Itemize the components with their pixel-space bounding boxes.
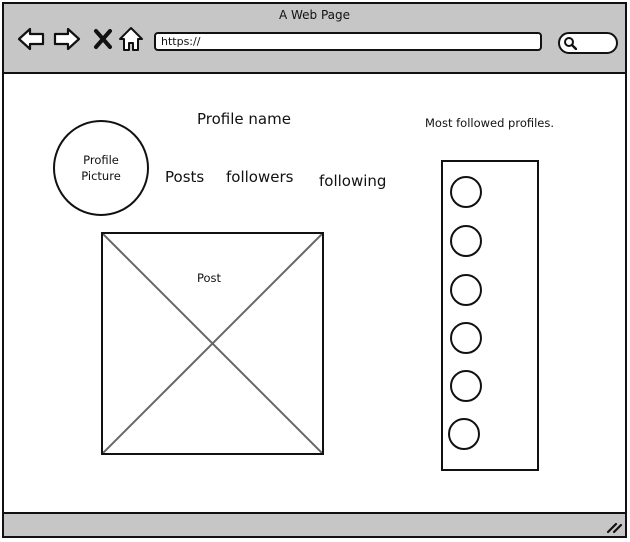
followed-profile-avatar[interactable]: [448, 418, 480, 450]
profile-picture-label-line2: Picture: [81, 169, 121, 183]
post-image-placeholder[interactable]: Post: [101, 232, 324, 455]
home-icon[interactable]: [116, 24, 146, 54]
post-label: Post: [197, 271, 222, 285]
image-placeholder-cross: [103, 234, 322, 453]
status-bar: [4, 512, 625, 536]
close-x-icon[interactable]: [88, 24, 118, 54]
profile-picture-label-line1: Profile: [83, 153, 119, 167]
followed-profile-avatar[interactable]: [450, 176, 482, 208]
most-followed-title: Most followed profiles.: [425, 116, 555, 130]
followed-profile-avatar[interactable]: [450, 322, 482, 354]
forward-arrow-icon[interactable]: [52, 24, 82, 54]
url-input[interactable]: https://: [154, 32, 542, 51]
search-icon: [564, 37, 577, 50]
followers-label[interactable]: followers: [226, 168, 293, 186]
followed-profile-avatar[interactable]: [450, 225, 482, 257]
window-title: A Web Page: [278, 8, 351, 22]
profile-name: Profile name: [197, 110, 291, 128]
search-input[interactable]: [558, 32, 618, 54]
browser-toolbar: A Web Page https://: [4, 4, 625, 74]
profile-picture[interactable]: Profile Picture: [53, 120, 149, 216]
browser-window: A Web Page https:// Profile Picture Prof…: [2, 2, 627, 538]
posts-count-label[interactable]: Posts: [165, 168, 204, 186]
following-label[interactable]: following: [319, 172, 386, 190]
followed-profile-avatar[interactable]: [450, 370, 482, 402]
followed-profile-avatar[interactable]: [450, 274, 482, 306]
most-followed-list: [441, 160, 539, 471]
resize-grip-icon[interactable]: [605, 518, 623, 534]
back-arrow-icon[interactable]: [16, 24, 46, 54]
